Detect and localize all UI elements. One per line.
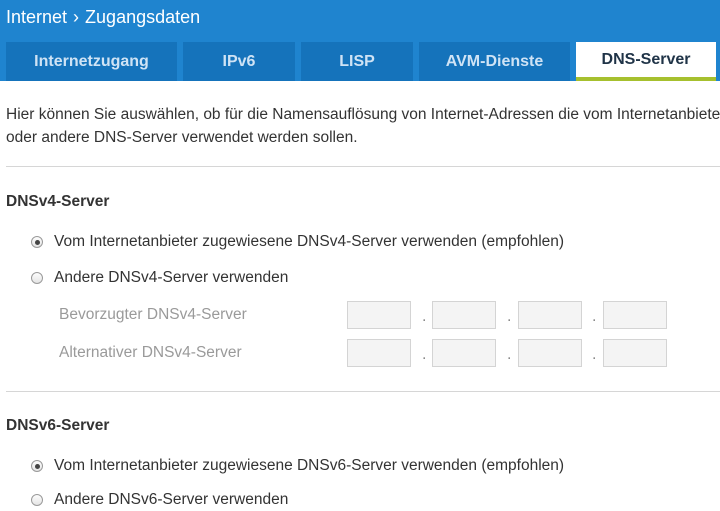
breadcrumb: Internet › Zugangsdaten — [6, 4, 200, 30]
preferred-dnsv4-label: Bevorzugter DNSv4-Server — [59, 306, 247, 323]
intro-text: Hier können Sie auswählen, ob für die Na… — [6, 103, 720, 149]
octet-separator: . — [592, 346, 597, 363]
alternative-dnsv4-octet-3[interactable] — [518, 339, 582, 367]
dnsv6-provider-label: Vom Internetanbieter zugewiesene DNSv6-S… — [54, 457, 565, 474]
alternative-dnsv4-label: Alternativer DNSv4-Server — [59, 344, 242, 361]
header-bar: Internet › Zugangsdaten Internetzugang I… — [0, 0, 720, 81]
dnsv4-other-radio[interactable] — [31, 272, 43, 284]
dnsv6-other-label: Andere DNSv6-Server verwenden — [54, 491, 289, 508]
preferred-dnsv4-octet-4[interactable] — [603, 301, 667, 329]
dnsv6-provider-option[interactable]: Vom Internetanbieter zugewiesene DNSv6-S… — [31, 455, 564, 477]
preferred-dnsv4-octet-1[interactable] — [347, 301, 411, 329]
dnsv6-provider-radio[interactable] — [31, 460, 43, 472]
octet-separator: . — [422, 346, 427, 363]
chevron-right-icon: › — [73, 6, 80, 27]
preferred-dnsv4-octet-2[interactable] — [432, 301, 496, 329]
breadcrumb-zugangsdaten: Zugangsdaten — [85, 6, 201, 27]
divider — [6, 166, 720, 167]
octet-separator: . — [507, 346, 512, 363]
dnsv6-other-option[interactable]: Andere DNSv6-Server verwenden — [31, 489, 288, 511]
alternative-dnsv4-octet-1[interactable] — [347, 339, 411, 367]
tab-avm-dienste[interactable]: AVM-Dienste — [419, 42, 570, 81]
alternative-dnsv4-octet-2[interactable] — [432, 339, 496, 367]
alternative-dnsv4-octet-4[interactable] — [603, 339, 667, 367]
dnsv6-other-radio[interactable] — [31, 494, 43, 506]
octet-separator: . — [422, 308, 427, 325]
tab-ipv6[interactable]: IPv6 — [183, 42, 295, 81]
octet-separator: . — [507, 308, 512, 325]
dnsv4-section-title: DNSv4-Server — [6, 193, 110, 210]
dnsv4-other-option[interactable]: Andere DNSv4-Server verwenden — [31, 267, 288, 289]
dnsv4-provider-option[interactable]: Vom Internetanbieter zugewiesene DNSv4-S… — [31, 231, 564, 253]
divider — [6, 391, 720, 392]
octet-separator: . — [592, 308, 597, 325]
intro-line-2: oder andere DNS-Server verwendet werden … — [6, 129, 358, 146]
tab-internetzugang[interactable]: Internetzugang — [6, 42, 177, 81]
intro-line-1: Hier können Sie auswählen, ob für die Na… — [6, 106, 720, 123]
tab-lisp[interactable]: LISP — [301, 42, 413, 81]
breadcrumb-internet[interactable]: Internet — [6, 7, 67, 28]
dnsv6-section-title: DNSv6-Server — [6, 417, 110, 434]
dnsv4-other-label: Andere DNSv4-Server verwenden — [54, 269, 289, 286]
dnsv4-provider-label: Vom Internetanbieter zugewiesene DNSv4-S… — [54, 233, 565, 250]
dnsv4-provider-radio[interactable] — [31, 236, 43, 248]
tab-dns-server[interactable]: DNS-Server — [576, 42, 716, 81]
preferred-dnsv4-octet-3[interactable] — [518, 301, 582, 329]
